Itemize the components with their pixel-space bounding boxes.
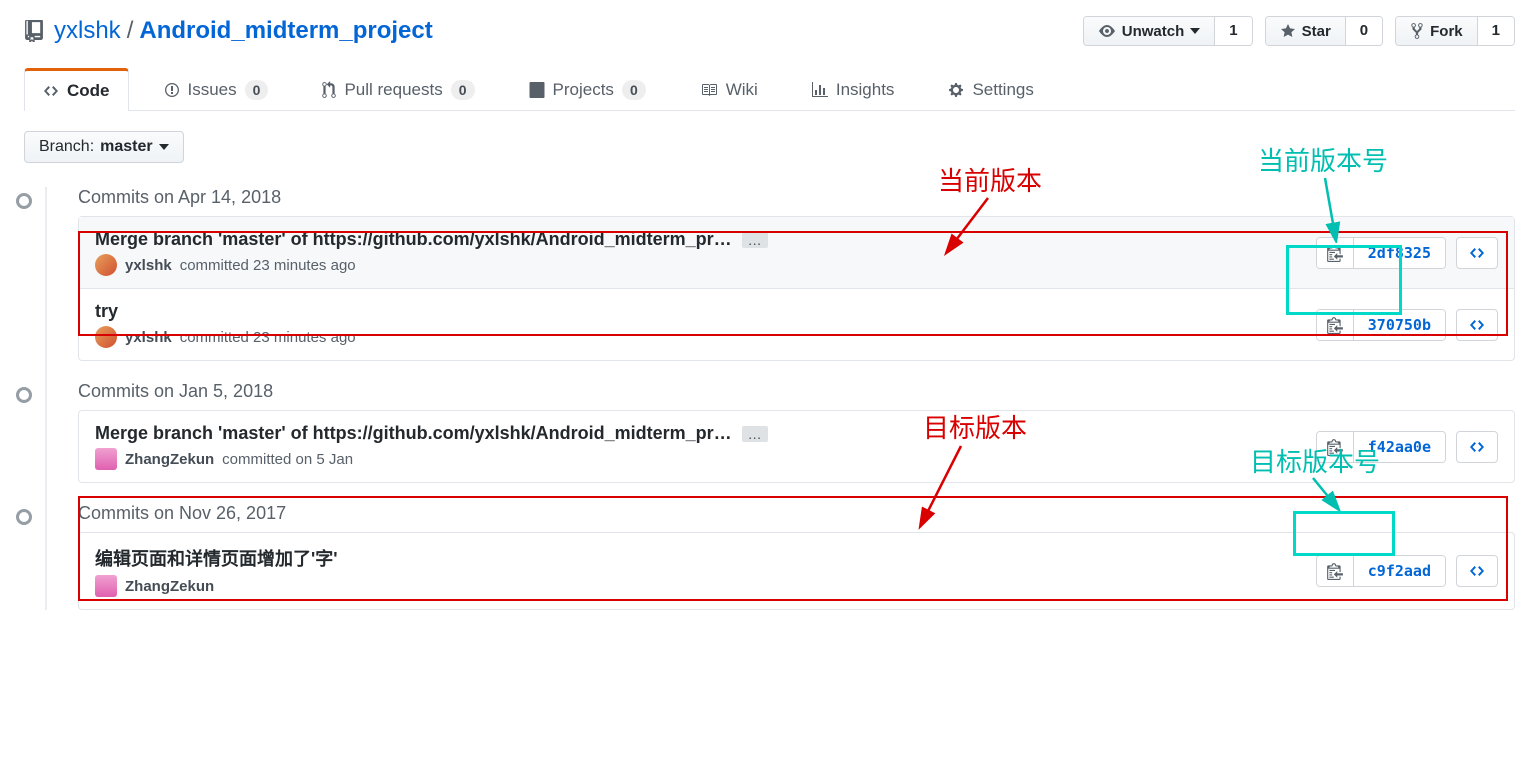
fork-group: Fork 1 [1395, 16, 1515, 46]
fork-icon [1410, 22, 1424, 40]
book-icon [700, 82, 718, 98]
code-icon [43, 83, 59, 99]
commit-time: committed 23 minutes ago [180, 329, 356, 346]
repo-icon [24, 20, 44, 42]
fork-button[interactable]: Fork [1396, 17, 1478, 45]
issues-count: 0 [245, 80, 269, 100]
commit-author[interactable]: yxlshk [125, 257, 172, 274]
commit-time: committed 23 minutes ago [180, 257, 356, 274]
expand-message-button[interactable]: … [742, 426, 768, 442]
repo-header: yxlshk / Android_midterm_project Unwatch… [0, 0, 1539, 111]
commit-time: committed on 5 Jan [222, 451, 353, 468]
commit-author[interactable]: yxlshk [125, 329, 172, 346]
commit-date-heading: Commits on Apr 14, 2018 [78, 187, 1515, 208]
repo-owner-link[interactable]: yxlshk [54, 17, 121, 45]
pulls-count: 0 [451, 80, 475, 100]
commit-list: 编辑页面和详情页面增加了'字' ZhangZekun c9f2aad [78, 532, 1515, 610]
commit-meta: yxlshk committed 23 minutes ago [95, 326, 1316, 348]
graph-icon [812, 82, 828, 98]
repo-actions: Unwatch 1 Star 0 Fork 1 [1083, 16, 1515, 46]
chevron-down-icon [159, 144, 169, 150]
commit-list: Merge branch 'master' of https://github.… [78, 410, 1515, 483]
commit-meta: ZhangZekun committed on 5 Jan [95, 448, 1316, 470]
watch-count[interactable]: 1 [1215, 17, 1251, 45]
issue-icon [164, 82, 180, 98]
repo-tabs: Code Issues 0 Pull requests 0 Projects 0… [24, 68, 1515, 111]
commit-row: try yxlshk committed 23 minutes ago 370750b [79, 289, 1514, 360]
commit-date-heading: Commits on Jan 5, 2018 [78, 381, 1515, 402]
expand-message-button[interactable]: … [742, 232, 768, 248]
tab-insights[interactable]: Insights [793, 68, 914, 110]
commit-author[interactable]: ZhangZekun [125, 578, 214, 595]
timeline-marker [16, 193, 32, 209]
commit-row: 编辑页面和详情页面增加了'字' ZhangZekun c9f2aad [79, 533, 1514, 609]
commit-author[interactable]: ZhangZekun [125, 451, 214, 468]
code-icon [1469, 317, 1485, 333]
tab-code[interactable]: Code [24, 68, 129, 111]
timeline-marker [16, 509, 32, 525]
commit-row: Merge branch 'master' of https://github.… [79, 411, 1514, 482]
star-count[interactable]: 0 [1346, 17, 1382, 45]
clipboard-icon [1327, 316, 1343, 334]
branch-selector[interactable]: Branch: master [24, 131, 184, 163]
commit-group: Commits on Apr 14, 2018 Merge branch 'mas… [46, 187, 1515, 361]
code-icon [1469, 563, 1485, 579]
browse-repo-button[interactable] [1456, 309, 1498, 341]
browse-repo-button[interactable] [1456, 237, 1498, 269]
code-icon [1469, 245, 1485, 261]
commits-timeline: Commits on Apr 14, 2018 Merge branch 'mas… [24, 187, 1515, 610]
tab-issues[interactable]: Issues 0 [145, 68, 288, 110]
browse-repo-button[interactable] [1456, 555, 1498, 587]
star-group: Star 0 [1265, 16, 1384, 46]
tab-pull-requests[interactable]: Pull requests 0 [303, 68, 493, 110]
commit-title-link[interactable]: 编辑页面和详情页面增加了'字' [95, 545, 338, 571]
copy-sha-button[interactable] [1317, 310, 1354, 340]
commit-title-link[interactable]: Merge branch 'master' of https://github.… [95, 423, 732, 444]
commit-row: Merge branch 'master' of https://github.… [79, 217, 1514, 289]
code-icon [1469, 439, 1485, 455]
commit-sha-link[interactable]: f42aa0e [1354, 432, 1445, 462]
avatar[interactable] [95, 326, 117, 348]
timeline-marker [16, 387, 32, 403]
annotation-current-version-num: 当前版本号 [1258, 141, 1388, 178]
repo-name-link[interactable]: Android_midterm_project [139, 17, 432, 45]
unwatch-group: Unwatch 1 [1083, 16, 1253, 46]
commit-sha-link[interactable]: c9f2aad [1354, 556, 1445, 586]
commit-meta: ZhangZekun [95, 575, 1316, 597]
commit-group: Commits on Nov 26, 2017 编辑页面和详情页面增加了'字' Zh… [46, 503, 1515, 610]
commit-list: Merge branch 'master' of https://github.… [78, 216, 1515, 361]
projects-icon [529, 82, 545, 98]
avatar[interactable] [95, 254, 117, 276]
pr-icon [322, 81, 336, 99]
avatar[interactable] [95, 448, 117, 470]
repo-content: Branch: master Commits on Apr 14, 2018 Me… [0, 111, 1539, 650]
commit-sha-link[interactable]: 2df8325 [1354, 238, 1445, 268]
unwatch-button[interactable]: Unwatch [1084, 17, 1216, 45]
eye-icon [1098, 23, 1116, 39]
clipboard-icon [1327, 562, 1343, 580]
fork-count[interactable]: 1 [1478, 17, 1514, 45]
browse-repo-button[interactable] [1456, 431, 1498, 463]
clipboard-icon [1327, 244, 1343, 262]
copy-sha-button[interactable] [1317, 238, 1354, 268]
chevron-down-icon [1190, 28, 1200, 34]
commit-title-link[interactable]: try [95, 301, 118, 322]
repo-path: yxlshk / Android_midterm_project [24, 17, 433, 45]
clipboard-icon [1327, 438, 1343, 456]
copy-sha-button[interactable] [1317, 556, 1354, 586]
commit-meta: yxlshk committed 23 minutes ago [95, 254, 1316, 276]
gear-icon [948, 82, 964, 98]
avatar[interactable] [95, 575, 117, 597]
star-icon [1280, 23, 1296, 39]
tab-settings[interactable]: Settings [929, 68, 1052, 110]
copy-sha-button[interactable] [1317, 432, 1354, 462]
commit-sha-link[interactable]: 370750b [1354, 310, 1445, 340]
star-button[interactable]: Star [1266, 17, 1346, 45]
commit-title-link[interactable]: Merge branch 'master' of https://github.… [95, 229, 732, 250]
commit-group: Commits on Jan 5, 2018 Merge branch 'mast… [46, 381, 1515, 483]
projects-count: 0 [622, 80, 646, 100]
tab-projects[interactable]: Projects 0 [510, 68, 665, 110]
tab-wiki[interactable]: Wiki [681, 68, 777, 110]
commit-date-heading: Commits on Nov 26, 2017 [78, 503, 1515, 524]
